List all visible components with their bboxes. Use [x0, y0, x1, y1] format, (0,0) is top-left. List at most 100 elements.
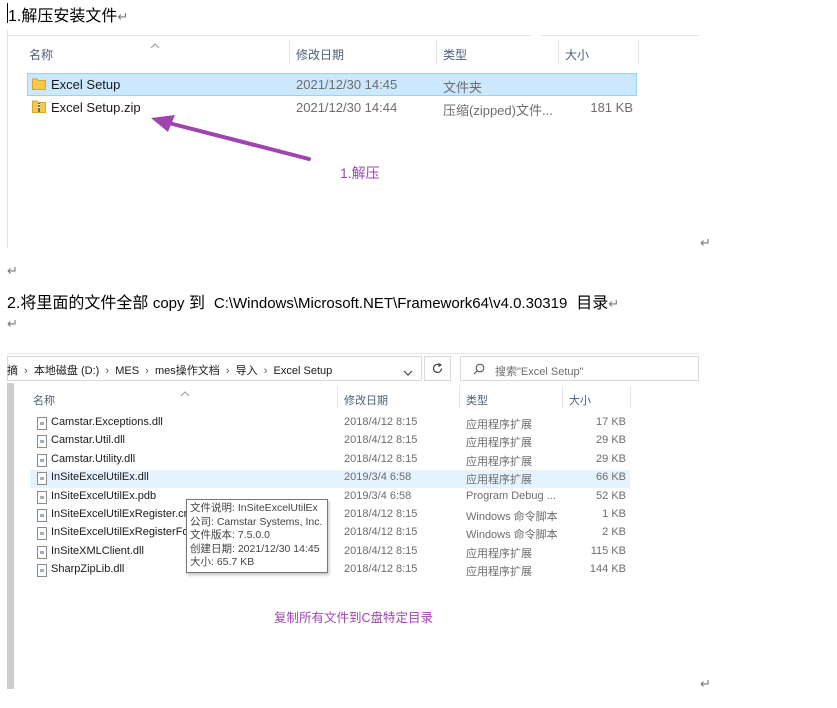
file-type: 应用程序扩展: [466, 419, 532, 431]
explorer-2-top-line: [7, 353, 699, 354]
column-separator[interactable]: [337, 386, 338, 408]
header-top-line-right: [540, 35, 699, 36]
paragraph-mark: ↵: [7, 263, 18, 278]
annotation-unzip: 1.解压: [340, 165, 380, 181]
zip-folder-icon: [32, 99, 46, 113]
tooltip-created: 创建日期: 2021/12/30 14:45: [190, 542, 320, 555]
column-header-name[interactable]: 名称: [33, 392, 55, 408]
paragraph-mark: ↵: [608, 296, 620, 311]
file-modified: 2018/4/12 8:15: [344, 563, 418, 576]
file-type: Program Debug ...: [466, 489, 556, 502]
tooltip-size: 大小: 65.7 KB: [190, 556, 255, 568]
explorer-window-1: [7, 30, 699, 248]
paragraph-mark: ↵: [7, 316, 18, 331]
file-name[interactable]: InSiteExcelUtilExRegisterFo: [51, 526, 189, 538]
breadcrumb-separator-icon: ›: [222, 365, 233, 377]
step2-suffix: 目录: [576, 295, 609, 312]
file-modified: 2018/4/12 8:15: [344, 508, 418, 520]
file-name[interactable]: Camstar.Util.dll: [51, 434, 125, 446]
chevron-down-icon[interactable]: [403, 364, 413, 376]
file-modified: 2018/4/12 8:15: [344, 434, 418, 447]
vertical-scrollbar[interactable]: [7, 383, 14, 689]
file-modified: 2019/3/4 6:58: [344, 471, 412, 484]
file-name[interactable]: Camstar.Utility.dll: [51, 453, 135, 465]
step2-copy-word: copy: [152, 295, 185, 312]
breadcrumb-item[interactable]: 本地磁盘 (D:): [34, 365, 99, 377]
paragraph-mark: ↵: [700, 676, 711, 691]
file-name[interactable]: InSiteExcelUtilEx.pdb: [51, 490, 156, 502]
file-icon: [37, 545, 47, 559]
step1-heading-text: 1.解压安装文件: [8, 8, 118, 25]
file-name[interactable]: SharpZipLib.dll: [51, 563, 124, 575]
column-separator[interactable]: [289, 40, 290, 64]
file-modified: 2021/12/30 14:45: [296, 77, 398, 92]
breadcrumb-item[interactable]: 导入: [236, 365, 258, 377]
file-type: 应用程序扩展: [466, 437, 532, 450]
search-icon: [473, 362, 485, 375]
file-name[interactable]: InSiteExcelUtilExRegister.cr: [51, 508, 187, 520]
file-icon: [37, 564, 47, 578]
file-type: 应用程序扩展: [466, 455, 532, 468]
column-header-modified[interactable]: 修改日期: [296, 46, 344, 63]
file-modified: 2018/4/12 8:15: [344, 452, 418, 465]
column-header-name[interactable]: 名称: [29, 46, 53, 63]
file-type: 应用程序扩展: [466, 547, 532, 560]
file-type: 应用程序扩展: [466, 474, 532, 487]
file-tooltip: 文件说明: InSiteExcelUtilEx 公司: Camstar Syst…: [186, 499, 328, 573]
column-header-size[interactable]: 大小: [565, 46, 589, 63]
sort-up-icon: [150, 37, 160, 49]
breadcrumb: 摘 › 本地磁盘 (D:) › MES › mes操作文档 › 导入 › Exc…: [7, 362, 332, 378]
file-icon: [37, 435, 47, 449]
column-header-modified[interactable]: 修改日期: [344, 392, 388, 408]
file-icon: [37, 490, 47, 504]
search-input[interactable]: 搜索"Excel Setup": [495, 363, 584, 379]
breadcrumb-item[interactable]: MES: [115, 365, 139, 377]
file-icon: [37, 527, 47, 541]
file-size: 1 KB: [602, 508, 626, 520]
column-header-type[interactable]: 类型: [443, 46, 467, 63]
tooltip-version: 文件版本: 7.5.0.0: [190, 529, 270, 541]
paragraph-mark: ↵: [700, 235, 711, 250]
column-header-size[interactable]: 大小: [569, 392, 591, 408]
file-name[interactable]: Camstar.Exceptions.dll: [51, 416, 163, 428]
file-modified: 2018/4/12 8:15: [344, 416, 418, 428]
column-separator[interactable]: [630, 386, 631, 408]
file-modified: 2018/4/12 8:15: [344, 526, 418, 539]
breadcrumb-separator-icon: ›: [21, 365, 31, 377]
file-size: 17 KB: [596, 416, 626, 428]
file-name[interactable]: InSiteXMLClient.dll: [51, 545, 144, 557]
breadcrumb-item[interactable]: 摘: [7, 365, 18, 377]
explorer-1-left-edge: [7, 30, 8, 248]
file-icon: [37, 417, 47, 430]
file-size: 52 KB: [596, 489, 626, 502]
file-type: 压缩(zipped)文件...: [443, 103, 553, 118]
sort-up-icon: [180, 384, 190, 397]
file-modified: 2019/3/4 6:58: [344, 489, 412, 502]
step2-heading: 2.将里面的文件全部 copy 到 C:\Windows\Microsoft.N…: [7, 289, 619, 313]
file-icon: [37, 453, 47, 467]
column-separator[interactable]: [459, 386, 460, 408]
step1-heading: 1.解压安装文件↵: [8, 2, 128, 26]
column-header-type[interactable]: 类型: [466, 392, 488, 408]
column-separator[interactable]: [638, 40, 639, 64]
annotation-arrow: [145, 110, 315, 165]
paragraph-mark: ↵: [117, 9, 129, 24]
file-size: 66 KB: [596, 471, 626, 484]
breadcrumb-separator-icon: ›: [260, 365, 271, 377]
header-top-line: [7, 35, 532, 36]
file-size: 144 KB: [589, 563, 626, 576]
breadcrumb-item[interactable]: Excel Setup: [274, 365, 333, 377]
column-separator[interactable]: [558, 40, 559, 64]
target-path: C:\Windows\Microsoft.NET\Framework64\v4.…: [213, 295, 568, 312]
file-name[interactable]: InSiteExcelUtilEx.dll: [51, 471, 149, 483]
file-type: 文件夹: [443, 80, 483, 95]
file-name[interactable]: Excel Setup.zip: [51, 100, 141, 115]
breadcrumb-item[interactable]: mes操作文档: [155, 365, 220, 377]
column-separator[interactable]: [436, 40, 437, 64]
tooltip-description: 文件说明: InSiteExcelUtilEx: [190, 502, 318, 514]
file-size: 115 KB: [590, 544, 626, 557]
file-name[interactable]: Excel Setup: [51, 77, 120, 92]
column-separator[interactable]: [562, 386, 563, 408]
refresh-icon: [431, 362, 444, 375]
step2-heading-text: 2.将里面的文件全部: [7, 295, 149, 312]
